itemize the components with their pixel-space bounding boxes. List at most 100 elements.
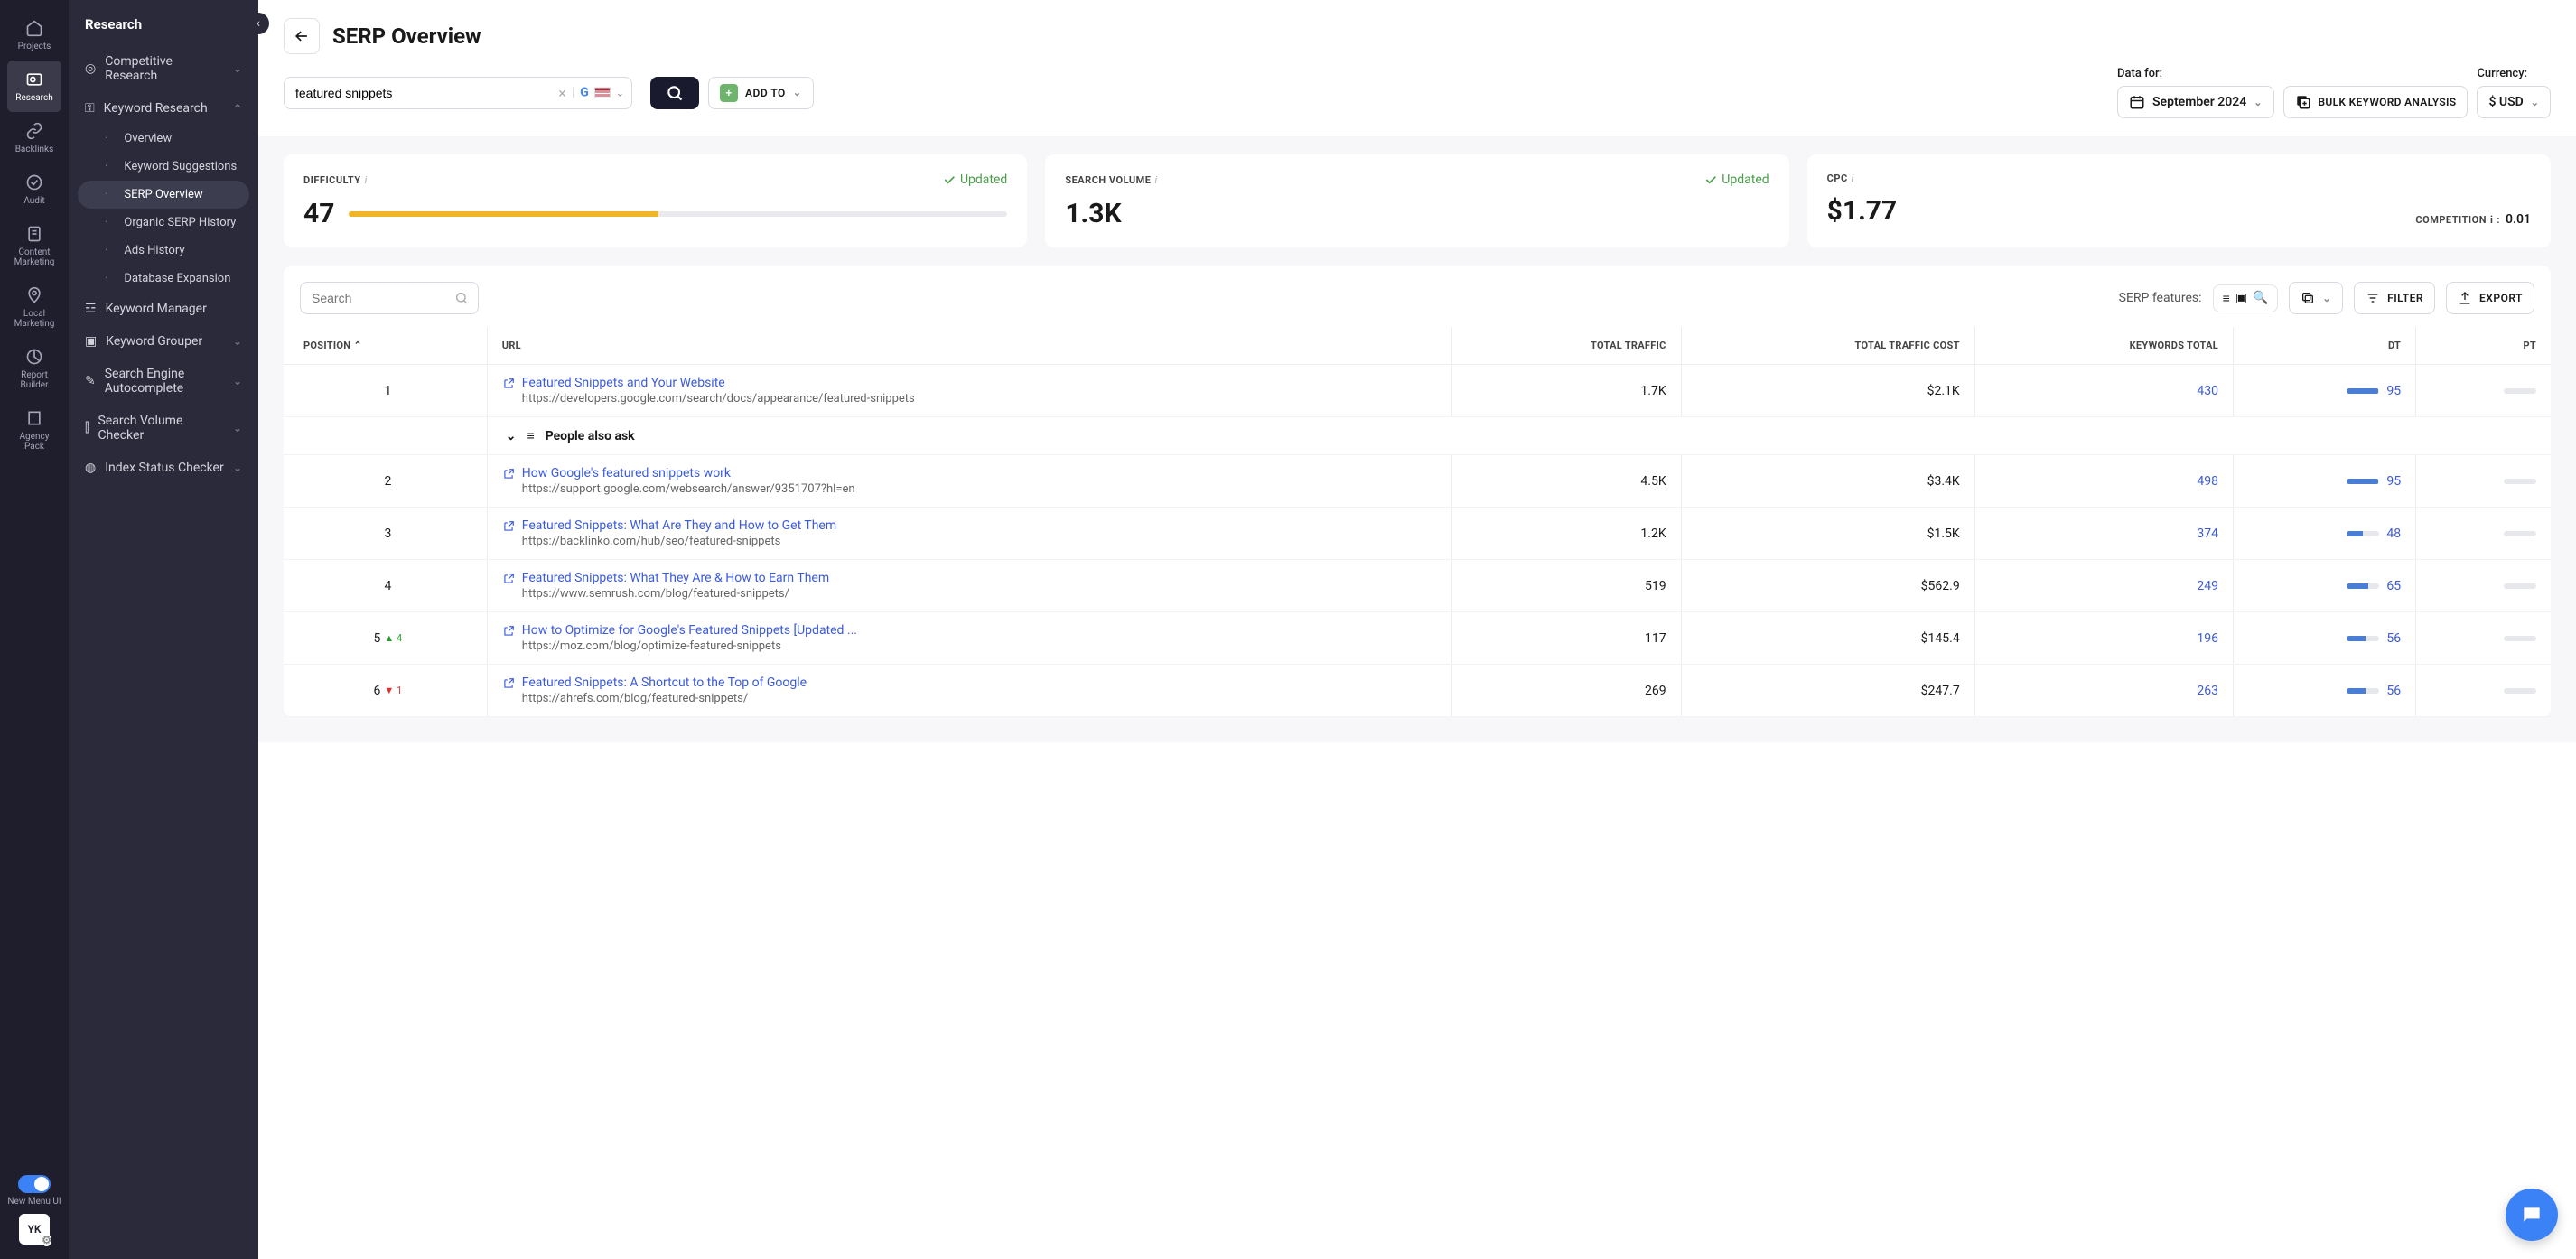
col-pt[interactable]: PT [2416, 327, 2551, 365]
sidebar-sub-ads-history[interactable]: Ads History [69, 237, 258, 265]
sidebar-index-status-checker[interactable]: ◍ Index Status Checker ⌄ [69, 452, 258, 484]
keywords-total-link[interactable]: 374 [2197, 527, 2218, 541]
table-row: 6▼ 1 Featured Snippets: A Shortcut to th… [284, 665, 2551, 717]
keywords-total-link[interactable]: 263 [2197, 684, 2218, 698]
add-to-button[interactable]: + ADD TO ⌄ [708, 77, 814, 109]
dt-value[interactable]: 56 [2386, 631, 2401, 646]
stat-volume: SEARCH VOLUME i Updated 1.3K [1045, 154, 1788, 247]
traffic-value: 117 [1451, 612, 1681, 665]
dt-value[interactable]: 65 [2386, 579, 2401, 593]
date-picker[interactable]: September 2024 ⌄ [2117, 86, 2274, 118]
chevron-down-icon: ⌄ [233, 62, 242, 75]
sidebar-sub-serp-overview[interactable]: SERP Overview [78, 181, 249, 209]
rail-content-marketing[interactable]: Content Marketing [7, 215, 61, 276]
sidebar-search-volume-checker[interactable]: ⫿ Search Volume Checker ⌄ [69, 405, 258, 452]
chat-button[interactable] [2506, 1189, 2558, 1241]
result-title[interactable]: Featured Snippets: What Are They and How… [522, 518, 836, 533]
people-also-ask-row[interactable]: ⌄ ≡ People also ask [284, 417, 2551, 455]
bulk-keyword-analysis-button[interactable]: BULK KEYWORD ANALYSIS [2283, 86, 2469, 118]
google-icon[interactable]: G [580, 86, 589, 100]
dt-value[interactable]: 48 [2386, 527, 2401, 541]
result-title[interactable]: How to Optimize for Google's Featured Sn… [522, 623, 857, 638]
currency-label: Currency: [2477, 67, 2551, 80]
export-button[interactable]: EXPORT [2446, 282, 2534, 314]
rail-report-builder[interactable]: Report Builder [7, 338, 61, 399]
table-row: 3 Featured Snippets: What Are They and H… [284, 508, 2551, 560]
result-title[interactable]: Featured Snippets: What They Are & How t… [522, 571, 829, 585]
col-position[interactable]: POSITION ⌃ [284, 327, 487, 365]
sidebar-competitive-research[interactable]: ◎ Competitive Research ⌄ [69, 45, 258, 92]
open-link-icon[interactable] [502, 625, 515, 653]
chevron-down-icon[interactable]: ⌄ [616, 87, 624, 98]
flag-us-icon[interactable] [594, 88, 611, 98]
search-button[interactable] [650, 77, 699, 109]
table-row: 5▲ 4 How to Optimize for Google's Featur… [284, 612, 2551, 665]
dt-value[interactable]: 95 [2386, 384, 2401, 398]
copy-button[interactable]: ⌄ [2289, 282, 2343, 314]
keywords-total-link[interactable]: 249 [2197, 579, 2218, 593]
col-total-traffic-cost[interactable]: TOTAL TRAFFIC COST [1681, 327, 1974, 365]
info-icon[interactable]: i [2490, 214, 2493, 226]
results-table: POSITION ⌃ URL TOTAL TRAFFIC TOTAL TRAFF… [284, 327, 2551, 717]
rail-research[interactable]: Research [7, 61, 61, 112]
traffic-value: 1.2K [1451, 508, 1681, 560]
sidebar-sub-keyword-suggestions[interactable]: Keyword Suggestions [69, 153, 258, 181]
filter-button[interactable]: FILTER [2354, 282, 2435, 314]
rail-backlinks[interactable]: Backlinks [7, 112, 61, 163]
target-icon: ◎ [85, 61, 96, 76]
dt-value[interactable]: 56 [2386, 684, 2401, 698]
chevron-down-icon: ⌄ [2254, 97, 2262, 108]
collapse-sidebar-button[interactable]: ‹ [247, 13, 269, 34]
sidebar-keyword-grouper[interactable]: ▣ Keyword Grouper ⌄ [69, 325, 258, 358]
serp-features-icons[interactable]: ≡ ▣ 🔍 [2213, 284, 2279, 312]
copy-icon [2301, 291, 2315, 305]
col-total-traffic[interactable]: TOTAL TRAFFIC [1451, 327, 1681, 365]
open-link-icon[interactable] [502, 677, 515, 705]
pt-bar [2504, 388, 2536, 394]
sidebar-sub-database-expansion[interactable]: Database Expansion [69, 265, 258, 293]
cost-value: $2.1K [1681, 365, 1974, 417]
magic-icon: ✎ [85, 374, 96, 388]
table-search-input[interactable] [312, 291, 447, 305]
new-menu-toggle[interactable] [18, 1175, 51, 1193]
back-button[interactable] [284, 18, 320, 54]
col-url[interactable]: URL [487, 327, 1451, 365]
sidebar-title: Research [69, 16, 258, 45]
result-title[interactable]: How Google's featured snippets work [522, 466, 855, 480]
result-title[interactable]: Featured Snippets and Your Website [522, 376, 915, 390]
col-dt[interactable]: DT [2234, 327, 2416, 365]
col-keywords-total[interactable]: KEYWORDS TOTAL [1974, 327, 2233, 365]
open-link-icon[interactable] [502, 520, 515, 548]
pt-bar [2504, 583, 2536, 589]
keyword-input[interactable] [295, 86, 566, 100]
open-link-icon[interactable] [502, 468, 515, 496]
sidebar-search-autocomplete[interactable]: ✎ Search Engine Autocomplete ⌄ [69, 358, 258, 405]
info-icon[interactable]: i [1852, 173, 1854, 184]
sidebar-sub-overview[interactable]: Overview [69, 125, 258, 153]
open-link-icon[interactable] [502, 378, 515, 406]
dt-value[interactable]: 95 [2386, 474, 2401, 489]
home-icon [24, 18, 44, 38]
result-title[interactable]: Featured Snippets: A Shortcut to the Top… [522, 676, 807, 690]
currency-picker[interactable]: $ USD ⌄ [2477, 86, 2551, 118]
rail-projects[interactable]: Projects [7, 9, 61, 61]
pt-bar [2504, 479, 2536, 484]
info-icon[interactable]: i [365, 174, 368, 186]
main-content: SERP Overview × | G ⌄ + ADD TO ⌄ [258, 0, 2576, 1259]
keywords-total-link[interactable]: 196 [2197, 631, 2218, 646]
keywords-total-link[interactable]: 498 [2197, 474, 2218, 489]
keywords-total-link[interactable]: 430 [2197, 384, 2218, 398]
chevron-down-icon: ⌄ [233, 462, 242, 474]
sort-asc-icon: ⌃ [353, 340, 362, 351]
clear-icon[interactable]: × [558, 84, 566, 101]
info-icon[interactable]: i [1154, 174, 1157, 186]
key-icon: ⚿ [85, 101, 95, 116]
sidebar-sub-organic-serp-history[interactable]: Organic SERP History [69, 209, 258, 237]
rail-agency-pack[interactable]: Agency Pack [7, 399, 61, 461]
rail-audit[interactable]: Audit [7, 163, 61, 215]
sidebar-keyword-manager[interactable]: ☲ Keyword Manager [69, 293, 258, 325]
sidebar-keyword-research[interactable]: ⚿ Keyword Research ⌃ [69, 92, 258, 125]
open-link-icon[interactable] [502, 573, 515, 601]
rail-local-marketing[interactable]: Local Marketing [7, 276, 61, 338]
avatar[interactable]: YK ⚙ [19, 1214, 50, 1245]
